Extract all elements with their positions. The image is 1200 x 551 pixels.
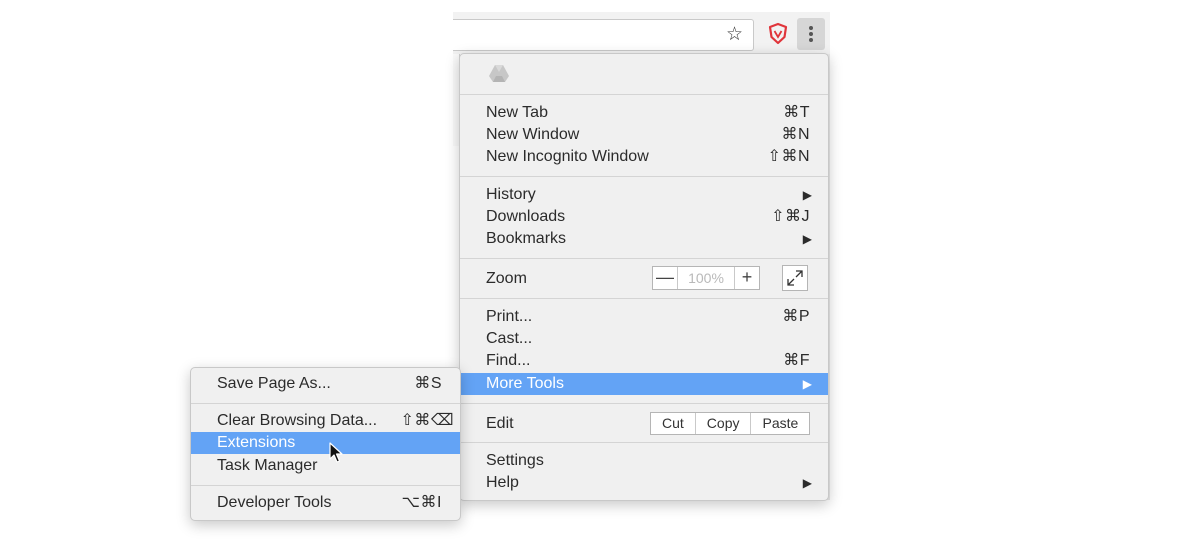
chrome-menu-button[interactable] <box>797 18 825 50</box>
menu-item-label: Print... <box>486 308 533 325</box>
drive-icon <box>489 65 509 82</box>
submenu-arrow-icon: ▶ <box>802 232 812 246</box>
shield-icon[interactable] <box>767 22 789 46</box>
menu-item-label: Developer Tools <box>217 494 332 511</box>
menu-item-label: New Window <box>486 126 580 143</box>
menu-item-label: History <box>486 186 536 203</box>
menu-separator <box>460 94 828 95</box>
menu-item-cast[interactable]: Cast... <box>460 328 828 350</box>
shortcut-label: ⌘N <box>781 126 810 143</box>
chrome-main-menu: New Tab ⌘T New Window ⌘N New Incognito W… <box>459 53 829 501</box>
shortcut-label: ⇧⌘N <box>767 148 810 165</box>
shortcut-label: ⌘F <box>783 352 810 369</box>
fullscreen-icon <box>787 270 803 286</box>
menu-item-label: Find... <box>486 352 531 369</box>
menu-item-developer-tools[interactable]: Developer Tools ⌥⌘I <box>191 492 460 514</box>
zoom-in-button[interactable]: + <box>735 267 759 289</box>
menu-separator <box>460 298 828 299</box>
menu-item-label: Downloads <box>486 208 566 225</box>
menu-item-label: Edit <box>486 415 514 432</box>
menu-item-label: More Tools <box>486 375 564 392</box>
menu-item-zoom: Zoom — 100% + <box>460 265 828 291</box>
menu-item-label: Bookmarks <box>486 230 567 247</box>
shortcut-label: ⌘T <box>783 104 810 121</box>
menu-separator <box>460 258 828 259</box>
menu-item-more-tools[interactable]: More Tools ▶ <box>460 373 828 395</box>
menu-item-label: Extensions <box>217 434 296 451</box>
dot-icon <box>809 38 813 42</box>
zoom-out-button[interactable]: — <box>653 267 677 289</box>
copy-button[interactable]: Copy <box>694 413 751 434</box>
menu-item-clear-browsing-data[interactable]: Clear Browsing Data... ⇧⌘⌫ <box>191 410 460 432</box>
menu-item-new-tab[interactable]: New Tab ⌘T <box>460 102 828 124</box>
address-bar[interactable]: ☆ <box>453 19 754 51</box>
menu-separator <box>460 403 828 404</box>
fullscreen-button[interactable] <box>782 265 808 291</box>
bookmark-star-icon[interactable]: ☆ <box>726 24 743 46</box>
menu-separator <box>191 403 460 404</box>
zoom-control: — 100% + <box>652 266 760 290</box>
menu-item-extensions[interactable]: Extensions <box>191 432 460 454</box>
menu-item-label: Save Page As... <box>217 375 331 392</box>
menu-item-label: Cast... <box>486 330 533 347</box>
menu-item-find[interactable]: Find... ⌘F <box>460 350 828 372</box>
menu-item-downloads[interactable]: Downloads ⇧⌘J <box>460 206 828 228</box>
menu-item-settings[interactable]: Settings <box>460 450 828 472</box>
menu-item-label: Settings <box>486 452 544 469</box>
dot-icon <box>809 26 813 30</box>
cut-button[interactable]: Cut <box>651 413 695 434</box>
dot-icon <box>809 32 813 36</box>
zoom-level: 100% <box>677 267 735 289</box>
mouse-pointer-icon <box>329 442 343 463</box>
menu-item-history[interactable]: History ▶ <box>460 184 828 206</box>
shortcut-label: ⌘S <box>414 375 442 392</box>
menu-item-bookmarks[interactable]: Bookmarks ▶ <box>460 228 828 250</box>
menu-item-label: New Incognito Window <box>486 148 649 165</box>
menu-item-print[interactable]: Print... ⌘P <box>460 306 828 328</box>
submenu-arrow-icon: ▶ <box>802 377 812 391</box>
menu-item-label: Task Manager <box>217 457 318 474</box>
menu-item-save-page-as[interactable]: Save Page As... ⌘S <box>191 373 460 395</box>
menu-item-label: Zoom <box>486 270 527 287</box>
paste-button[interactable]: Paste <box>750 413 809 434</box>
menu-item-new-window[interactable]: New Window ⌘N <box>460 124 828 146</box>
browser-toolbar: ☆ <box>453 12 830 54</box>
menu-item-label: Help <box>486 474 519 491</box>
edit-control: Cut Copy Paste <box>650 412 811 435</box>
menu-separator <box>191 485 460 486</box>
shortcut-label: ⌘P <box>782 308 810 325</box>
menu-item-label: Clear Browsing Data... <box>217 412 378 429</box>
menu-separator <box>460 442 828 443</box>
shortcut-label: ⇧⌘J <box>771 208 810 225</box>
menu-item-new-incognito-window[interactable]: New Incognito Window ⇧⌘N <box>460 146 828 168</box>
menu-item-help[interactable]: Help ▶ <box>460 472 828 494</box>
menu-item-label: New Tab <box>486 104 548 121</box>
menu-item-task-manager[interactable]: Task Manager <box>191 455 460 477</box>
more-tools-submenu: Save Page As... ⌘S Clear Browsing Data..… <box>190 367 461 521</box>
menu-separator <box>460 176 828 177</box>
shortcut-label: ⇧⌘⌫ <box>400 412 454 429</box>
shortcut-label: ⌥⌘I <box>401 494 442 511</box>
submenu-arrow-icon: ▶ <box>802 188 812 202</box>
submenu-arrow-icon: ▶ <box>802 476 812 490</box>
menu-item-edit: Edit Cut Copy Paste <box>460 412 828 435</box>
